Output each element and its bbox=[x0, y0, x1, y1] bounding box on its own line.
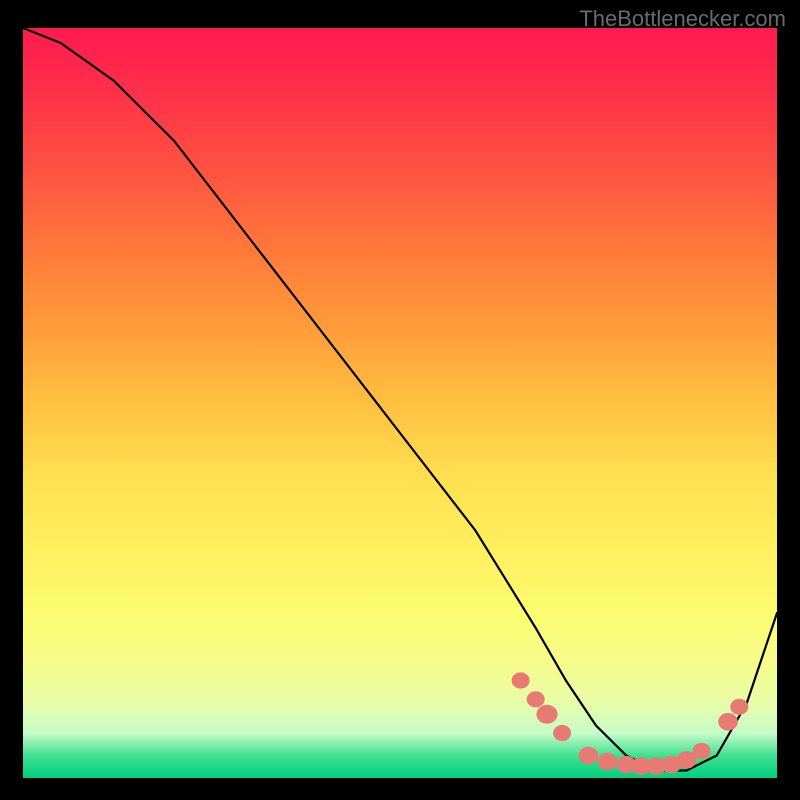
chart-marker bbox=[598, 753, 618, 771]
watermark-text: TheBottlenecker.com bbox=[579, 6, 786, 32]
chart-marker bbox=[553, 725, 571, 741]
chart-marker bbox=[693, 743, 711, 759]
chart-marker bbox=[579, 747, 599, 765]
chart-marker bbox=[730, 699, 748, 715]
chart-marker bbox=[512, 672, 530, 688]
chart-marker bbox=[527, 691, 545, 707]
chart-marker bbox=[718, 713, 738, 731]
chart-curve bbox=[23, 28, 777, 771]
chart-plot-area bbox=[23, 28, 777, 778]
chart-markers bbox=[512, 672, 749, 774]
chart-marker bbox=[536, 705, 557, 724]
chart-svg bbox=[23, 28, 777, 778]
